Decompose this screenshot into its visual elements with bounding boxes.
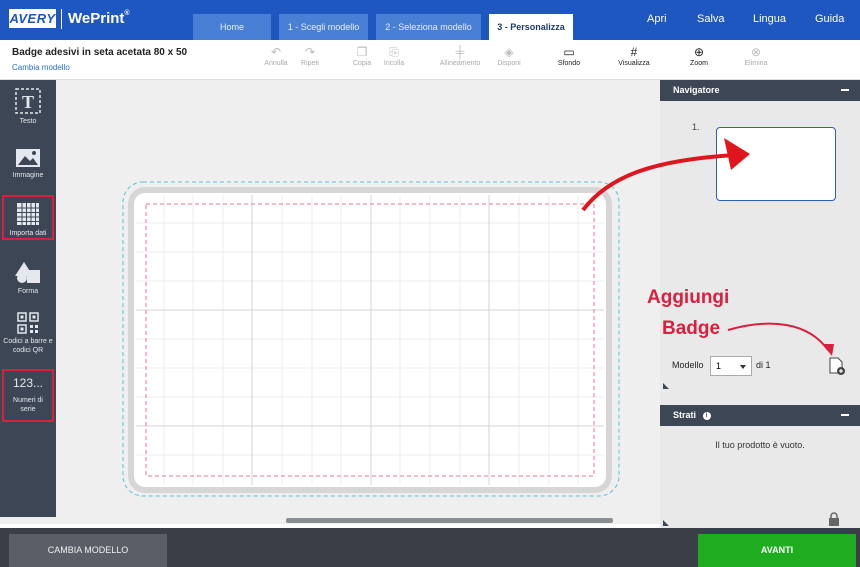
- top-navigation-bar: AVERY WePrint® Home 1 - Scegli modello 2…: [0, 0, 860, 40]
- weprint-logo-text: WePrint: [68, 10, 125, 27]
- canvas-horizontal-scrollbar[interactable]: [0, 517, 660, 524]
- change-model-button[interactable]: CAMBIA MODELLO: [9, 534, 167, 567]
- modello-select-value: 1: [716, 361, 722, 371]
- annotation-line-badge: Badge: [662, 318, 721, 339]
- tab-home[interactable]: Home: [193, 14, 271, 40]
- annotation-line-add: Aggiungi: [647, 287, 730, 308]
- product-title: Badge adesivi in seta acetata 80 x 50: [12, 47, 188, 58]
- bottom-action-bar: CAMBIA MODELLO AVANTI: [0, 528, 860, 567]
- select-caret-icon: [740, 365, 746, 369]
- undo-button[interactable]: ↶ Annulla: [261, 45, 291, 67]
- zoom-label: Zoom: [690, 60, 708, 67]
- text-icon: T: [15, 88, 41, 114]
- sidebar-item-text[interactable]: T Testo: [0, 88, 56, 126]
- sidebar-item-barcodes[interactable]: Codici a barre e codici QR: [0, 312, 56, 355]
- lock-icon[interactable]: [828, 512, 840, 526]
- delete-icon: ⊗: [750, 45, 762, 59]
- menu-help[interactable]: Guida: [815, 13, 844, 25]
- navigator-header[interactable]: Navigatore: [660, 80, 860, 101]
- arrange-label: Disponi: [497, 60, 521, 67]
- page-number: 1.: [692, 122, 700, 132]
- align-icon: ╪: [455, 45, 465, 59]
- next-button[interactable]: AVANTI: [698, 534, 856, 567]
- arrange-icon: ◈: [504, 45, 514, 59]
- background-icon: ▭: [563, 45, 575, 59]
- design-canvas[interactable]: [56, 80, 660, 517]
- badge-artboard[interactable]: [56, 80, 660, 517]
- layers-resize-corner-icon: [663, 520, 669, 526]
- modello-select[interactable]: 1: [710, 356, 752, 376]
- info-icon[interactable]: i: [702, 411, 711, 420]
- paste-icon: ⎘: [389, 45, 399, 59]
- sidebar-label-barcodes: Codici a barre e codici QR: [3, 338, 53, 354]
- sidebar-label-text: Testo: [19, 118, 37, 125]
- menu-open[interactable]: Apri: [647, 13, 667, 25]
- scrollbar-thumb[interactable]: [286, 518, 613, 523]
- view-label: Visualizza: [618, 60, 650, 67]
- tab-select-template[interactable]: 2 - Seleziona modello: [376, 14, 481, 40]
- modello-total: di 1: [756, 360, 771, 370]
- shapes-icon: [15, 262, 40, 283]
- zoom-icon: ⊕: [693, 45, 705, 59]
- redo-icon: ↷: [304, 45, 316, 59]
- undo-icon: ↶: [270, 45, 282, 59]
- redo-button[interactable]: ↷ Ripeti: [296, 45, 324, 67]
- add-badge-icon[interactable]: [828, 356, 846, 376]
- logo-divider: [61, 9, 62, 29]
- view-button[interactable]: # Visualizza: [612, 45, 656, 67]
- qr-code-icon: [17, 312, 39, 334]
- background-button[interactable]: ▭ Sfondo: [551, 45, 587, 67]
- sidebar-label-image: Immagine: [12, 172, 44, 179]
- sidebar-item-image[interactable]: Immagine: [0, 148, 56, 180]
- paste-label: Incolla: [383, 60, 405, 67]
- tools-sidebar: T Testo Immagine Importa dati Forma Codi…: [0, 80, 56, 517]
- change-model-link[interactable]: Cambia modello: [12, 63, 70, 72]
- registered-mark: ®: [124, 10, 130, 17]
- delete-label: Elimina: [744, 60, 768, 67]
- copy-icon: ❐: [356, 45, 368, 59]
- collapse-navigator-icon[interactable]: [841, 89, 849, 91]
- highlight-import-data: [2, 195, 54, 240]
- delete-button[interactable]: ⊗ Elimina: [740, 45, 772, 67]
- copy-button[interactable]: ❐ Copia: [348, 45, 376, 67]
- align-label: Allineamento: [439, 60, 481, 67]
- redo-label: Ripeti: [301, 60, 319, 67]
- tab-personalize[interactable]: 3 - Personalizza: [489, 14, 573, 40]
- zoom-button[interactable]: ⊕ Zoom: [684, 45, 714, 67]
- grid-icon: #: [630, 45, 638, 59]
- collapse-layers-icon[interactable]: [841, 414, 849, 416]
- menu-language[interactable]: Lingua: [753, 13, 786, 25]
- menu-save[interactable]: Salva: [697, 13, 725, 25]
- undo-label: Annulla: [264, 60, 288, 67]
- copy-label: Copia: [352, 60, 372, 67]
- image-icon: [16, 149, 40, 167]
- layers-empty-text: Il tuo prodotto è vuoto.: [715, 440, 805, 450]
- tab-choose-template[interactable]: 1 - Scegli modello: [279, 14, 368, 40]
- arrange-button[interactable]: ◈ Disponi: [492, 45, 526, 67]
- paste-button[interactable]: ⎘ Incolla: [378, 45, 410, 67]
- modello-label: Modello: [672, 360, 704, 370]
- layers-header[interactable]: Strati i: [660, 405, 860, 426]
- editor-toolbar: Badge adesivi in seta acetata 80 x 50 Ca…: [0, 40, 860, 113]
- weprint-logo[interactable]: WePrint®: [68, 10, 130, 27]
- weprint-editor: AVERY WePrint® Home 1 - Scegli modello 2…: [0, 0, 860, 567]
- svg-text:T: T: [22, 92, 34, 112]
- page-thumbnail[interactable]: [716, 127, 836, 201]
- sidebar-item-shape[interactable]: Forma: [0, 260, 56, 296]
- avery-logo[interactable]: AVERY: [9, 9, 56, 28]
- layers-title: Strati: [673, 410, 697, 420]
- navigator-title: Navigatore: [673, 85, 720, 95]
- background-label: Sfondo: [557, 60, 581, 67]
- sidebar-label-shape: Forma: [17, 288, 39, 295]
- align-button[interactable]: ╪ Allineamento: [434, 45, 486, 67]
- resize-corner-icon: [663, 383, 669, 389]
- highlight-serial-numbers: [2, 369, 54, 422]
